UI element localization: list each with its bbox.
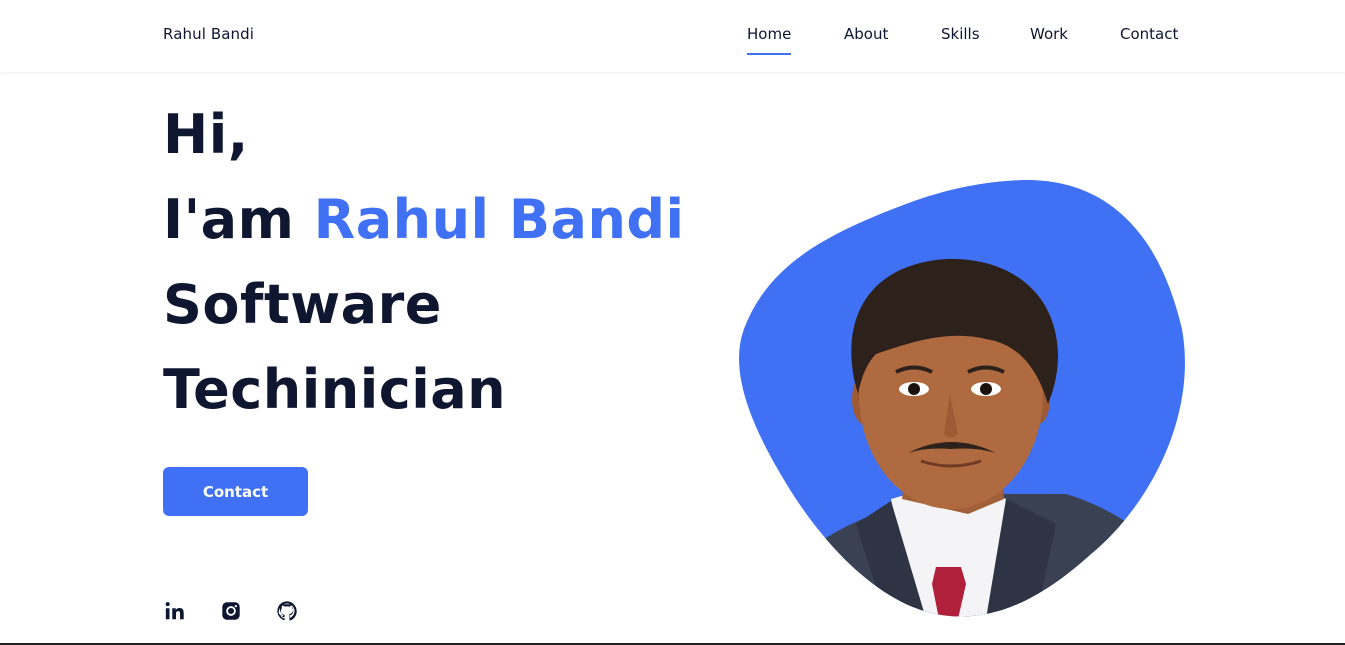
main-nav: Home About Skills Work Contact [0, 25, 1345, 65]
github-icon[interactable] [275, 598, 299, 624]
nav-contact[interactable]: Contact [1120, 25, 1178, 53]
contact-button[interactable]: Contact [163, 467, 308, 516]
site-header: Rahul Bandi Home About Skills Work Conta… [0, 0, 1345, 72]
linkedin-icon[interactable] [163, 598, 187, 624]
profile-blob [736, 179, 1188, 619]
instagram-icon[interactable] [219, 598, 243, 624]
nav-about[interactable]: About [844, 25, 888, 53]
hero-greeting: Hi, [163, 103, 249, 166]
hero-role-line1: Software [163, 273, 442, 336]
nav-home[interactable]: Home [747, 25, 792, 55]
nav-work[interactable]: Work [1030, 25, 1068, 53]
hero-intro: I'am Rahul Bandi [163, 177, 685, 262]
hero-name: Rahul Bandi [313, 188, 685, 251]
profile-photo [739, 179, 1185, 617]
hero-title: Hi, I'am Rahul Bandi Software Techinicia… [163, 92, 685, 432]
hero-role-line2: Techinician [163, 358, 507, 421]
hero-intro-prefix: I'am [163, 188, 314, 251]
nav-skills[interactable]: Skills [941, 25, 980, 53]
